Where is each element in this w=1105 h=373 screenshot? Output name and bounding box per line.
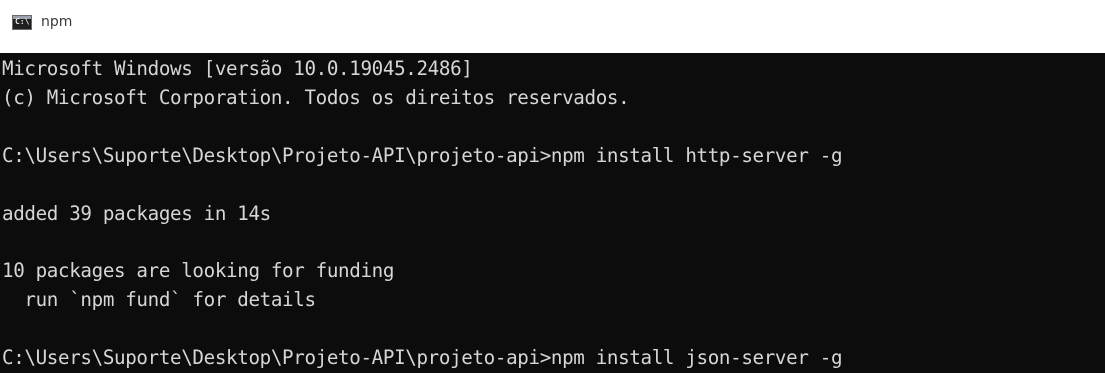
console-output[interactable]: Microsoft Windows [versão 10.0.19045.248… [0,53,1105,373]
console-line-copyright: (c) Microsoft Corporation. Todos os dire… [2,86,630,109]
title-bar[interactable]: C:\ npm [0,0,1105,52]
console-line-funding: 10 packages are looking for funding [2,259,395,282]
console-line-added-packages: added 39 packages in 14s [2,202,271,225]
console-line-command-json-server: C:\Users\Suporte\Desktop\Projeto-API\pro… [2,346,843,369]
console-line-version: Microsoft Windows [versão 10.0.19045.248… [2,57,473,80]
console-icon: C:\ [12,15,32,30]
console-line-command-http-server: C:\Users\Suporte\Desktop\Projeto-API\pro… [2,144,843,167]
window-title: npm [41,14,73,30]
terminal-window: C:\ npm Microsoft Windows [versão 10.0.1… [0,0,1105,373]
console-line-fund-details: run `npm fund` for details [2,288,316,311]
